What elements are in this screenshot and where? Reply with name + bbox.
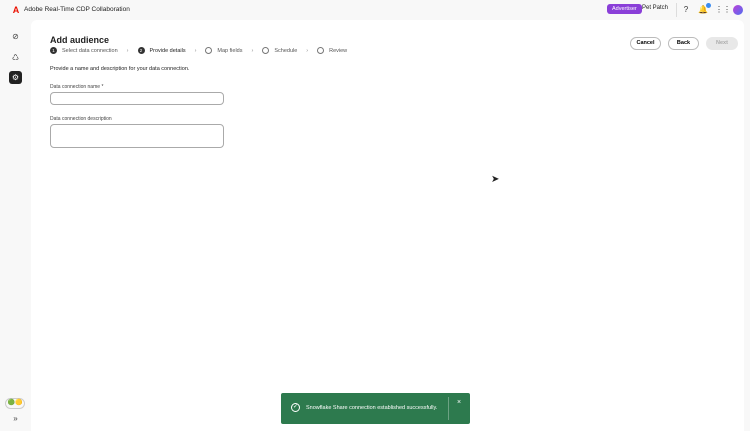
cancel-button[interactable]: Cancel — [630, 37, 661, 50]
step-schedule[interactable]: Schedule — [262, 47, 297, 54]
apps-grid-icon[interactable]: ⋮⋮ — [715, 5, 731, 15]
step-review[interactable]: Review — [317, 47, 347, 54]
step-done-icon: 1 — [50, 47, 57, 54]
main-panel: Add audience 1 Select data connection › 2… — [31, 20, 744, 431]
chevron-right-icon: › — [126, 47, 129, 54]
chevron-right-icon: › — [194, 47, 197, 54]
chevron-right-icon: › — [251, 47, 254, 54]
sidebar: ⊘ ♺ ⚙ 🟢🟡 » — [0, 20, 31, 431]
stepper: 1 Select data connection › 2 Provide detai… — [50, 47, 347, 54]
avatar[interactable] — [733, 5, 743, 15]
step-select-data-connection[interactable]: 1 Select data connection — [50, 47, 118, 54]
step-todo-icon — [317, 47, 325, 54]
step-label: Review — [329, 47, 348, 54]
step-todo-icon — [262, 47, 270, 54]
divider — [448, 397, 449, 420]
expand-sidebar-icon[interactable]: » — [9, 412, 22, 425]
step-provide-details[interactable]: 2 Provide details — [137, 47, 186, 54]
role-badge: Advertiser — [607, 4, 642, 14]
step-label: Map fields — [217, 47, 243, 54]
adobe-logo-icon: A — [12, 5, 20, 15]
close-icon[interactable]: × — [457, 399, 461, 406]
name-label-text: Data connection name — [50, 84, 101, 90]
success-toast: ✓ Snowflake Share connection established… — [281, 393, 470, 424]
step-label: Select data connection — [62, 47, 118, 54]
name-label: Data connection name * — [50, 84, 103, 90]
org-switcher[interactable]: Pet Patch — [642, 5, 668, 11]
required-marker: * — [101, 84, 104, 90]
feedback-icon[interactable]: 🟢🟡 — [5, 398, 25, 409]
intro-text: Provide a name and description for your … — [50, 66, 190, 72]
step-label: Provide details — [149, 47, 186, 54]
step-map-fields[interactable]: Map fields — [205, 47, 243, 54]
app-title: Adobe Real-Time CDP Collaboration — [24, 6, 130, 13]
step-todo-icon — [205, 47, 213, 54]
description-label: Data connection description — [50, 116, 112, 122]
data-connection-description-input[interactable] — [50, 124, 224, 148]
step-label: Schedule — [274, 47, 298, 54]
chevron-right-icon: › — [306, 47, 309, 54]
mouse-cursor-icon: ➤ — [491, 174, 500, 185]
page-title: Add audience — [50, 35, 110, 45]
step-current-icon: 2 — [137, 47, 145, 54]
sidebar-home-icon[interactable]: ⊘ — [9, 30, 22, 43]
notification-dot — [706, 3, 711, 8]
divider — [676, 3, 677, 17]
next-button[interactable]: Next — [706, 37, 738, 50]
check-circle-icon: ✓ — [291, 403, 300, 412]
toast-message: Snowflake Share connection established s… — [306, 405, 438, 411]
back-button[interactable]: Back — [668, 37, 699, 50]
help-icon[interactable]: ? — [681, 5, 691, 15]
sidebar-collaboration-icon[interactable]: ♺ — [9, 51, 22, 64]
data-connection-name-input[interactable] — [50, 92, 224, 105]
sidebar-connections-icon[interactable]: ⚙ — [9, 71, 22, 84]
top-bar: A Adobe Real-Time CDP Collaboration Adve… — [0, 0, 750, 20]
